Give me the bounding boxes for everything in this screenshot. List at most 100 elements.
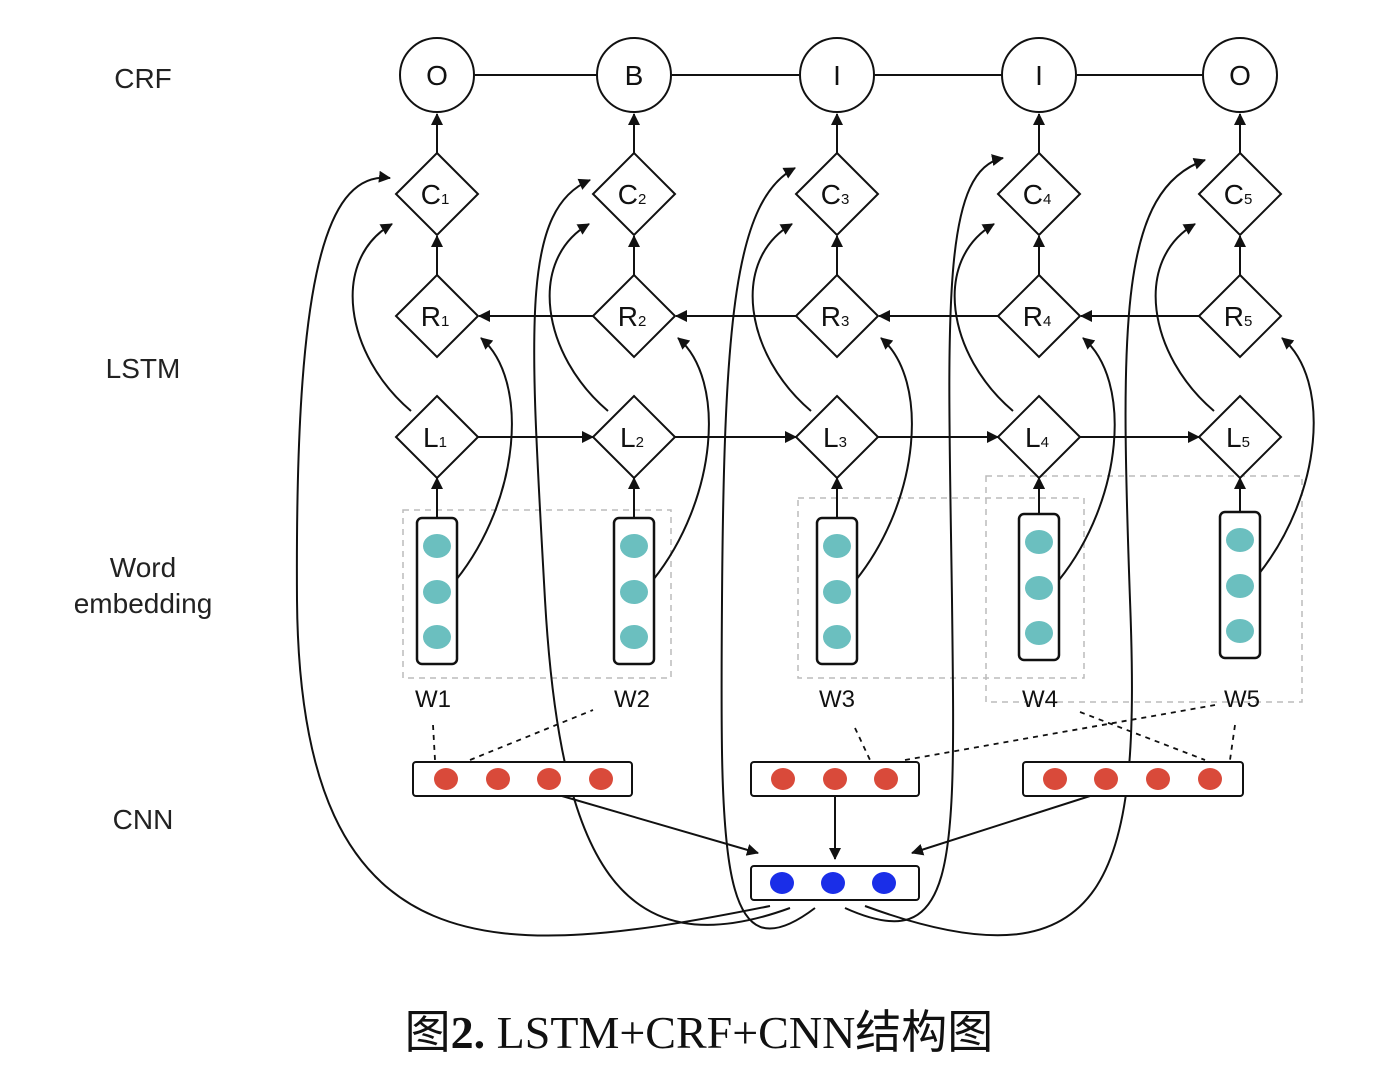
crf-tag-label: I xyxy=(833,60,841,91)
r-node-letter: R xyxy=(821,301,841,332)
l-to-c-curves xyxy=(351,223,1215,412)
embedding-dot xyxy=(423,580,451,604)
r-node-subscript: 4 xyxy=(1043,313,1051,330)
crf-tag-node: O xyxy=(399,37,475,113)
crf-tag-label: I xyxy=(1035,60,1043,91)
word-label: W5 xyxy=(1224,686,1260,713)
embedding-dot xyxy=(620,625,648,649)
c-node-letter: C xyxy=(618,179,638,210)
embedding-vector xyxy=(1218,510,1262,660)
architecture-diagram: CRF LSTM Word embedding CNN O B I I O C1… xyxy=(74,37,1315,937)
c-node: C3 xyxy=(794,151,880,237)
l-node-letter: L xyxy=(423,422,439,453)
label-crf: CRF xyxy=(114,63,172,94)
embedding-dot xyxy=(1025,576,1053,600)
embedding-dot xyxy=(823,534,851,558)
cnn-feature-dot xyxy=(434,768,458,790)
r-node-letter: R xyxy=(1224,301,1244,332)
pooled-feature-dot xyxy=(770,872,794,894)
caption-number: 2. xyxy=(450,1007,486,1058)
embedding-vector xyxy=(815,516,859,666)
cnn-feature-dot xyxy=(771,768,795,790)
cnn-feature-dot xyxy=(1094,768,1118,790)
cnn-feature-dot xyxy=(874,768,898,790)
crf-tag-label: B xyxy=(625,60,644,91)
layer-labels: CRF LSTM Word embedding CNN xyxy=(74,63,213,835)
r-node-subscript: 2 xyxy=(638,313,646,330)
c-node-letter: C xyxy=(421,179,441,210)
embedding-dot xyxy=(823,580,851,604)
l-node-letter: L xyxy=(620,422,636,453)
word-label: W3 xyxy=(819,686,855,713)
cnn-feature-dot xyxy=(1146,768,1170,790)
pooled-cnn-box xyxy=(750,865,920,901)
c-node-subscript: 2 xyxy=(638,191,646,208)
word-to-cnn-dashed xyxy=(432,704,1236,761)
embedding-dot xyxy=(423,534,451,558)
embedding-dot xyxy=(823,625,851,649)
r-node: R3 xyxy=(794,273,880,359)
c-node: C1 xyxy=(394,151,480,237)
cnn-feature-dot xyxy=(589,768,613,790)
r-node-letter: R xyxy=(1023,301,1043,332)
label-word-embedding-2: embedding xyxy=(74,588,213,619)
r-node-subscript: 5 xyxy=(1244,313,1252,330)
embedding-to-r-curves xyxy=(455,337,1315,581)
label-lstm: LSTM xyxy=(106,353,181,384)
r-node: R2 xyxy=(591,273,677,359)
cnn-feature-dot xyxy=(537,768,561,790)
r-node: R5 xyxy=(1197,273,1283,359)
crf-tag-node: I xyxy=(799,37,875,113)
l-node-letter: L xyxy=(1226,422,1242,453)
r-node-letter: R xyxy=(421,301,441,332)
caption-text: LSTM+CRF+CNN结构图 xyxy=(485,1007,994,1058)
crf-tag-node: B xyxy=(596,37,672,113)
embedding-dot xyxy=(1226,619,1254,643)
embedding-dot xyxy=(1025,530,1053,554)
crf-tag-label: O xyxy=(426,60,448,91)
c-node-letter: C xyxy=(1023,179,1043,210)
caption-prefix: 图 xyxy=(404,1007,451,1058)
embedding-vector xyxy=(612,516,656,666)
c-node-subscript: 3 xyxy=(841,191,849,208)
c-node-subscript: 1 xyxy=(441,191,449,208)
embedding-dot xyxy=(1226,574,1254,598)
l-node-subscript: 5 xyxy=(1242,434,1250,451)
cnn-feature-dot xyxy=(1198,768,1222,790)
cnn-feature-boxes xyxy=(412,761,1244,797)
cnn-feature-dot xyxy=(823,768,847,790)
embedding-dot xyxy=(1226,528,1254,552)
r-node-subscript: 1 xyxy=(441,313,449,330)
r-node-letter: R xyxy=(618,301,638,332)
c-node-subscript: 5 xyxy=(1244,191,1252,208)
c-node: C5 xyxy=(1197,151,1283,237)
embedding-vector xyxy=(1017,512,1061,662)
cnn-to-pooled-arrows xyxy=(561,795,1091,860)
embedding-dot xyxy=(423,625,451,649)
c-node-subscript: 4 xyxy=(1043,191,1051,208)
embedding-dot xyxy=(620,580,648,604)
crf-tag-label: O xyxy=(1229,60,1251,91)
l-node-subscript: 2 xyxy=(636,434,644,451)
l-node-subscript: 4 xyxy=(1041,434,1049,451)
r-node: R4 xyxy=(996,273,1082,359)
crf-tag-node: O xyxy=(1202,37,1278,113)
l-node-letter: L xyxy=(1025,422,1041,453)
pooled-feature-dot xyxy=(821,872,845,894)
embedding-dot xyxy=(1025,621,1053,645)
cnn-feature-dot xyxy=(1043,768,1067,790)
l-node-subscript: 3 xyxy=(839,434,847,451)
word-labels: W1 W2 W3 W4 W5 xyxy=(415,686,1260,713)
word-label: W4 xyxy=(1022,686,1058,713)
word-label: W2 xyxy=(614,686,650,713)
c-node: C4 xyxy=(996,151,1082,237)
c-nodes: C1 C2 C3 C4 C5 xyxy=(394,151,1283,237)
cnn-feature-dot xyxy=(486,768,510,790)
label-cnn: CNN xyxy=(113,804,174,835)
embedding-vector xyxy=(415,516,459,666)
figure-caption: 图2. LSTM+CRF+CNN结构图 xyxy=(0,996,1398,1062)
crf-tag-node: I xyxy=(1001,37,1077,113)
label-word-embedding-1: Word xyxy=(110,552,176,583)
c-node: C2 xyxy=(591,151,677,237)
l-node-letter: L xyxy=(823,422,839,453)
